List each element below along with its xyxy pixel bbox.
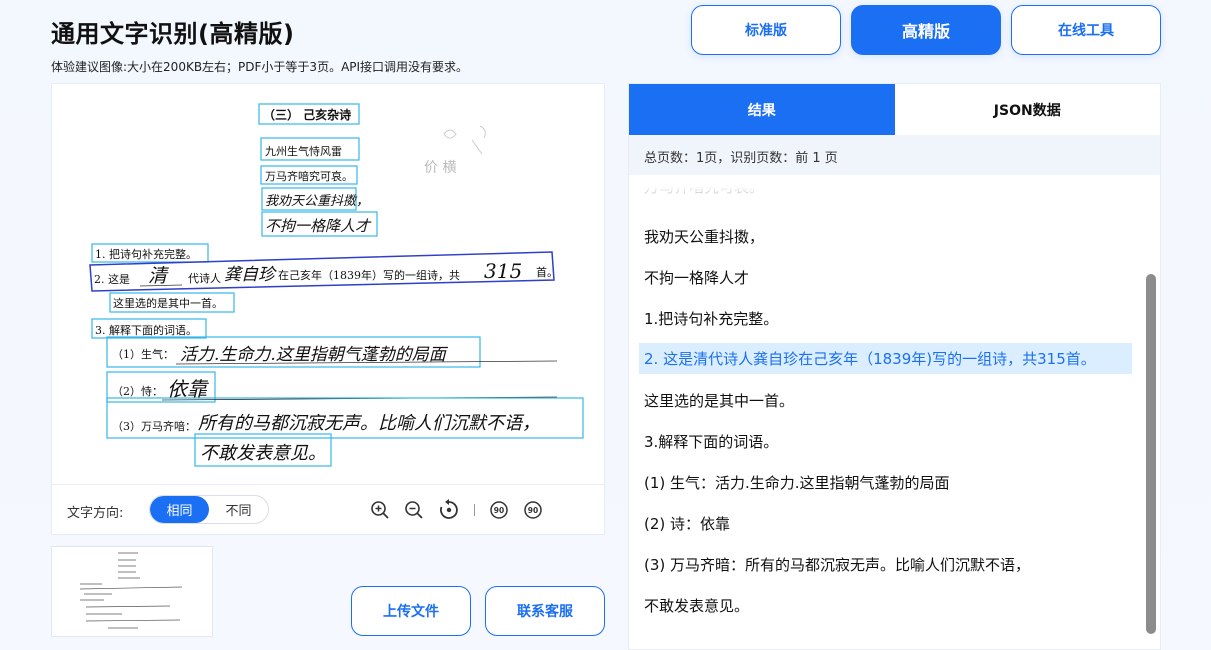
result-line[interactable]: 这里选的是其中一首。 [639, 385, 1132, 416]
result-line-selected[interactable]: 2. 这是清代诗人龚自珍在己亥年（1839年)写的一组诗，共315首。 [639, 343, 1132, 374]
preview-toolbar: 文字方向: 相同 不同 90 90 [51, 485, 605, 535]
doc-question-3: 3. 解释下面的词语。 [95, 323, 197, 337]
doc-handwriting: 所有的马都沉寂无声。比喻人们沉默不语， [198, 413, 540, 434]
doc-poem-3: 我劝天公重抖擞， [265, 194, 369, 209]
doc-text: 这里选的是其中一首。 [113, 296, 223, 310]
online-tool-button[interactable]: 在线工具 [1011, 5, 1161, 55]
ocr-demo-page: 通用文字识别(高精版) 体验建议图像:大小在200KB左右；PDF小于等于3页。… [0, 0, 1211, 650]
tab-result[interactable]: 结果 [629, 84, 895, 135]
result-lines: 万马齐喑究可哀。 我劝天公重抖擞， 不拘一格降人才 1.把诗句补充完整。 2. … [629, 175, 1160, 649]
preview-tools: 90 90 [370, 499, 543, 521]
page-subtitle: 体验建议图像:大小在200KB左右；PDF小于等于3页。API接口调用没有要求。 [51, 60, 469, 74]
result-panel: 结果 JSON数据 总页数：1页，识别页数：前 1 页 万马齐喑究可哀。 我劝天… [628, 83, 1161, 650]
doc-text: 在己亥年（1839年）写的一组诗，共 [278, 268, 460, 282]
contact-support-button[interactable]: 联系客服 [485, 586, 605, 636]
toolbar-separator [474, 504, 475, 516]
direction-same-option[interactable]: 相同 [150, 496, 209, 523]
doc-question-1: 1. 把诗句补充完整。 [95, 247, 197, 261]
scrollbar-thumb[interactable] [1146, 274, 1156, 634]
standard-version-button[interactable]: 标准版 [691, 5, 841, 55]
svg-text:90: 90 [494, 506, 504, 515]
direction-different-option[interactable]: 不同 [209, 496, 268, 523]
doc-handwriting: 龚自珍 [224, 265, 277, 285]
high-precision-version-button[interactable]: 高精版 [851, 5, 1001, 55]
direction-label: 文字方向: [67, 506, 124, 521]
result-line[interactable]: 我劝天公重抖擞， [639, 221, 1132, 252]
rotate-left-90-icon[interactable]: 90 [489, 500, 509, 520]
doc-handwriting: 清 [148, 265, 169, 287]
upload-file-button[interactable]: 上传文件 [351, 586, 471, 636]
result-line[interactable]: 不拘一格降人才 [639, 262, 1132, 293]
margin-note: 价 横 [424, 160, 456, 176]
result-tabs: 结果 JSON数据 [629, 84, 1160, 135]
tab-json[interactable]: JSON数据 [894, 84, 1160, 135]
doc-text: （2）恃： [112, 384, 163, 398]
doc-text: （3）万马齐喑： [112, 419, 196, 433]
rotate-icon[interactable] [438, 499, 460, 521]
doc-poem-4: 不拘一格降人才 [265, 217, 372, 235]
result-line[interactable]: 3.解释下面的词语。 [639, 426, 1132, 457]
thumbnail-image [79, 552, 183, 629]
svg-text:90: 90 [528, 506, 538, 515]
doc-text: （1）生气： [112, 347, 174, 361]
doc-poem-2: 万马齐喑究可哀。 [265, 169, 353, 183]
result-line-partial[interactable]: 万马齐喑究可哀。 [639, 175, 1132, 202]
result-line[interactable]: (2) 诗：依靠 [639, 508, 1132, 539]
doc-handwriting: 不敢发表意见。 [200, 443, 326, 464]
doc-heading: （三） 己亥杂诗 [263, 107, 351, 122]
doc-text: 首。 [536, 265, 558, 279]
result-line[interactable]: (3) 万马齐暗：所有的马都沉寂无声。比喻人们沉默不语， [639, 549, 1132, 580]
page-title: 通用文字识别(高精版) [51, 20, 295, 48]
doc-handwriting: 315 [484, 259, 522, 283]
zoom-in-icon[interactable] [370, 500, 390, 520]
rotate-right-90-icon[interactable]: 90 [523, 500, 543, 520]
doc-question-2: 2. 这是 [94, 272, 130, 286]
doc-handwriting: 依靠 [167, 377, 209, 401]
direction-toggle: 相同 不同 [149, 495, 269, 524]
doc-text: 代诗人 [188, 271, 221, 285]
zoom-out-icon[interactable] [404, 500, 424, 520]
result-line[interactable]: 1.把诗句补充完整。 [639, 303, 1132, 334]
page-thumbnail[interactable] [51, 546, 213, 637]
result-line[interactable]: 不敢发表意见。 [639, 590, 1132, 621]
doc-poem-1: 九州生气恃风雷 [265, 144, 342, 158]
page-info: 总页数：1页，识别页数：前 1 页 [629, 135, 1160, 175]
document-preview[interactable]: 价 横 （三） 己亥杂诗 九州生气恃风雷 万马齐喑究可哀。 我劝天公重抖擞， 不… [51, 83, 605, 485]
result-line[interactable]: (1) 生气：活力.生命力.这里指朝气蓬勃的局面 [639, 467, 1132, 498]
document-image: 价 横 （三） 己亥杂诗 九州生气恃风雷 万马齐喑究可哀。 我劝天公重抖擞， 不… [89, 103, 584, 467]
